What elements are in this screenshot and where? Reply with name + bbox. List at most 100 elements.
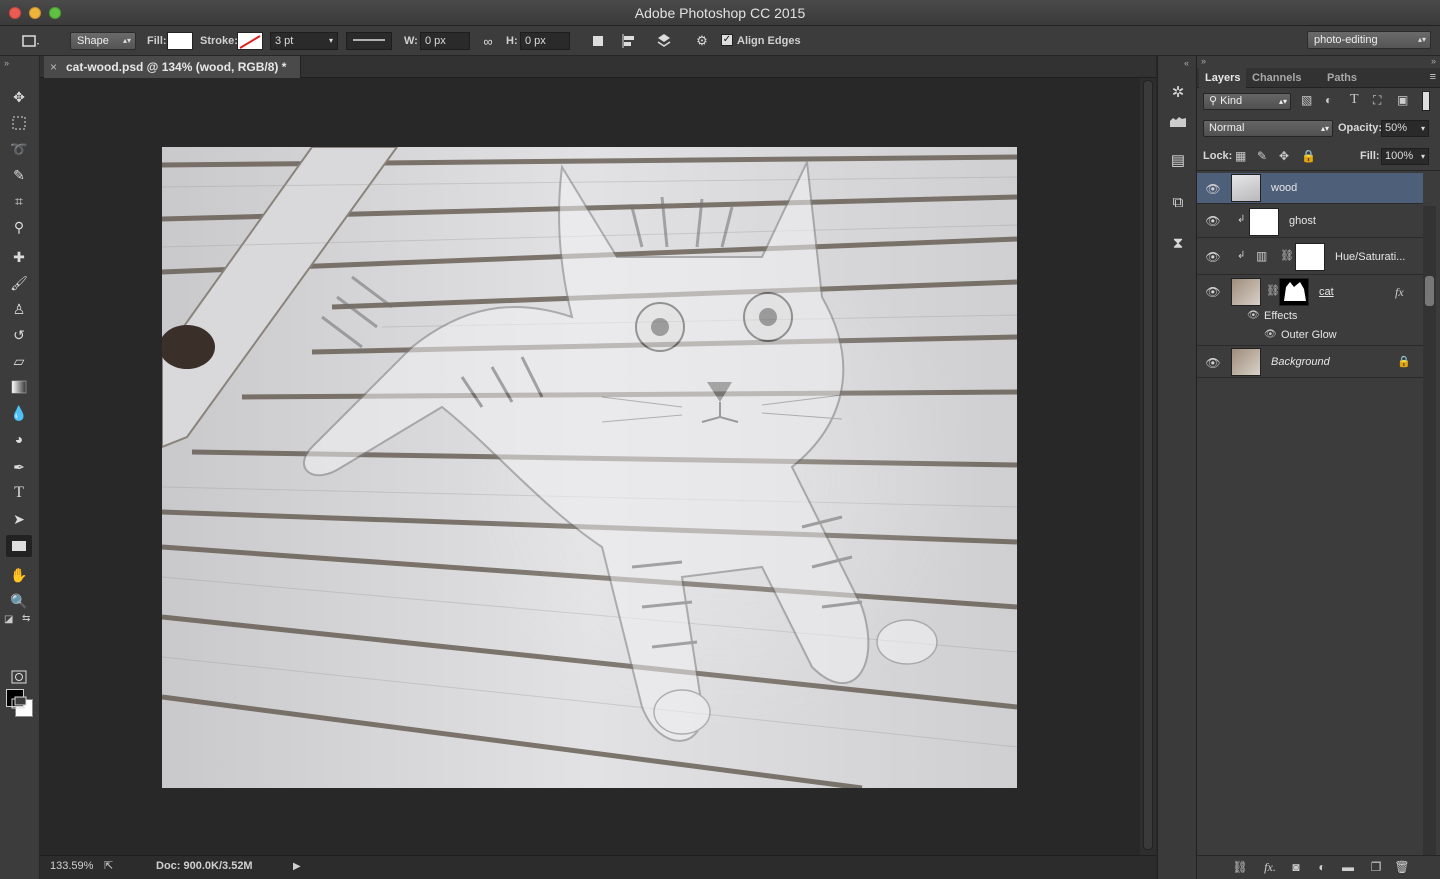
align-edges-checkbox[interactable]: ✓	[721, 34, 733, 46]
brush-tool-icon[interactable]: 🖌	[6, 272, 32, 294]
stroke-width-field[interactable]: 3 pt ▾	[270, 32, 338, 50]
screen-mode-icon[interactable]	[6, 692, 32, 714]
lock-position-icon[interactable]: ✥	[1279, 149, 1289, 163]
properties-icon[interactable]: ⧗	[1166, 231, 1190, 255]
workspace-select[interactable]: photo-editing ▴▾	[1307, 31, 1431, 49]
layer-name[interactable]: cat	[1319, 286, 1334, 298]
marquee-tool-icon[interactable]	[6, 112, 32, 134]
blend-mode-select[interactable]: Normal ▴▾	[1203, 120, 1333, 137]
document-canvas[interactable]	[162, 147, 1017, 788]
layer-row-wood[interactable]: 👁 wood	[1197, 173, 1423, 204]
eyedropper-tool-icon[interactable]: ⚲	[6, 216, 32, 238]
new-layer-icon[interactable]: ❐	[1367, 860, 1385, 876]
height-field[interactable]: 0 px	[520, 32, 570, 50]
layer-row-background[interactable]: 👁 Background 🔒	[1197, 347, 1423, 378]
path-operations-icon[interactable]	[588, 32, 608, 50]
scroll-thumb[interactable]	[1425, 276, 1434, 306]
move-tool-icon[interactable]: ✥	[6, 86, 32, 108]
rectangle-tool-icon[interactable]	[6, 535, 32, 557]
filter-kind-select[interactable]: ⚲ Kind ▴▾	[1203, 93, 1291, 110]
new-adjustment-layer-icon[interactable]: ◐	[1313, 860, 1331, 876]
width-field[interactable]: 0 px	[420, 32, 470, 50]
stroke-type-select[interactable]	[346, 32, 392, 50]
path-alignment-icon[interactable]	[620, 32, 640, 50]
effects-eye-icon[interactable]: 👁	[1247, 310, 1260, 321]
document-tab[interactable]: × cat-wood.psd @ 134% (wood, RGB/8) *	[44, 56, 302, 78]
fill-field[interactable]: 100% ▾	[1381, 148, 1429, 165]
blur-tool-icon[interactable]: 💧	[6, 402, 32, 424]
eraser-tool-icon[interactable]: ▱	[6, 350, 32, 372]
type-tool-icon[interactable]: T	[6, 482, 32, 504]
crop-tool-icon[interactable]: ⌗	[6, 190, 32, 212]
history-brush-tool-icon[interactable]: ↺	[6, 324, 32, 346]
effect-outer-glow[interactable]: Outer Glow	[1281, 329, 1337, 341]
shape-filter-icon[interactable]: ⛶	[1373, 93, 1381, 108]
tool-mode-select[interactable]: Shape ▴▾	[70, 32, 136, 50]
effect-eye-icon[interactable]: 👁	[1264, 329, 1277, 340]
layer-name[interactable]: Hue/Saturati...	[1335, 251, 1405, 263]
visibility-eye-icon[interactable]: 👁	[1205, 250, 1221, 264]
swap-colors-icon[interactable]: ⇆	[22, 613, 30, 624]
quick-mask-icon[interactable]	[6, 666, 32, 688]
visibility-eye-icon[interactable]: 👁	[1205, 356, 1221, 370]
visibility-eye-icon[interactable]: 👁	[1205, 182, 1221, 196]
zoom-level[interactable]: 133.59%	[50, 860, 93, 872]
healing-brush-tool-icon[interactable]: ✚	[6, 246, 32, 268]
default-colors-icon[interactable]: ◪	[4, 614, 13, 625]
lasso-tool-icon[interactable]: ➰	[6, 138, 32, 160]
filter-toggle-switch[interactable]	[1422, 91, 1430, 111]
expand-panels-icon[interactable]: «	[1184, 58, 1189, 68]
tab-layers[interactable]: Layers	[1199, 68, 1247, 88]
hand-tool-icon[interactable]: ✋	[6, 564, 32, 586]
add-layer-style-icon[interactable]: fx.	[1261, 860, 1279, 876]
layer-row-cat[interactable]: 👁 ⛓ cat fx 👁 Effects 👁 Outer Glow	[1197, 276, 1423, 346]
canvas-vertical-scrollbar[interactable]	[1140, 78, 1156, 855]
delete-layer-icon[interactable]: 🗑	[1393, 860, 1411, 876]
layer-effects-fx-icon[interactable]: fx	[1395, 285, 1404, 300]
gear-icon[interactable]: ⚙	[692, 32, 712, 50]
zoom-tool-icon[interactable]: 🔍	[6, 590, 32, 612]
collapse-icon[interactable]: »	[1201, 56, 1206, 66]
layers-scrollbar[interactable]	[1423, 206, 1436, 856]
scroll-thumb[interactable]	[1143, 80, 1153, 850]
lock-all-icon[interactable]: 🔒	[1301, 149, 1316, 163]
tab-channels[interactable]: Channels	[1246, 68, 1308, 88]
layer-row-hue-saturation[interactable]: 👁 ↲ ▥ ⛓ Hue/Saturati...	[1197, 239, 1423, 275]
close-icon[interactable]: ×	[50, 56, 57, 78]
link-layers-icon[interactable]: ⛓	[1231, 860, 1249, 876]
panel-menu-icon[interactable]: ≡	[1430, 71, 1436, 83]
quick-selection-tool-icon[interactable]: ✎	[6, 164, 32, 186]
status-menu-arrow-icon[interactable]: ▶	[293, 861, 301, 872]
lock-pixels-icon[interactable]: ✎	[1257, 149, 1267, 163]
stroke-swatch[interactable]	[237, 32, 263, 50]
expand-icon[interactable]: »	[1431, 56, 1436, 66]
fill-swatch[interactable]	[167, 32, 193, 50]
type-filter-icon[interactable]: T	[1350, 92, 1359, 108]
add-mask-icon[interactable]: ◙	[1287, 860, 1305, 876]
pen-tool-icon[interactable]: ✒	[6, 456, 32, 478]
dodge-tool-icon[interactable]: ◕	[6, 428, 32, 450]
opacity-field[interactable]: 50% ▾	[1381, 120, 1429, 137]
collapse-panel-icon[interactable]: »	[4, 58, 9, 68]
path-arrangement-icon[interactable]	[654, 32, 674, 50]
history-icon[interactable]: ▤	[1166, 148, 1190, 172]
layer-name[interactable]: wood	[1271, 182, 1297, 194]
layer-name[interactable]: Background	[1271, 356, 1330, 368]
link-icon[interactable]: ∞	[478, 32, 498, 50]
histogram-icon[interactable]	[1166, 110, 1190, 134]
new-group-icon[interactable]: ▬	[1339, 860, 1357, 876]
path-selection-tool-icon[interactable]: ➤	[6, 508, 32, 530]
layer-name[interactable]: ghost	[1289, 215, 1316, 227]
adjustment-filter-icon[interactable]: ◐	[1325, 93, 1332, 107]
export-icon[interactable]: ⇱	[104, 859, 113, 872]
visibility-eye-icon[interactable]: 👁	[1205, 214, 1221, 228]
tool-preset-picker[interactable]	[20, 32, 40, 50]
gradient-tool-icon[interactable]	[6, 376, 32, 398]
smart-object-filter-icon[interactable]: ▣	[1397, 93, 1408, 107]
tab-paths[interactable]: Paths	[1321, 68, 1363, 88]
pixel-filter-icon[interactable]: ▧	[1301, 93, 1312, 107]
lock-transparency-icon[interactable]: ▦	[1235, 149, 1246, 163]
visibility-eye-icon[interactable]: 👁	[1205, 285, 1221, 299]
layer-row-ghost[interactable]: 👁 ↲ ghost	[1197, 205, 1423, 238]
navigator-icon[interactable]: ✲	[1166, 80, 1190, 104]
